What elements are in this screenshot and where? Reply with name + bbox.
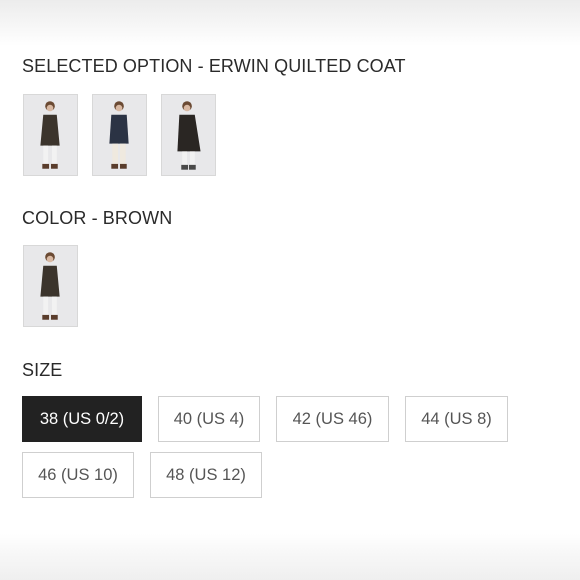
size-option-44[interactable]: 44 (US 8) <box>405 396 508 442</box>
color-swatch-brown[interactable] <box>23 245 78 327</box>
top-gradient-band <box>0 0 580 46</box>
option-thumbnails <box>23 94 216 176</box>
size-heading: SIZE <box>22 360 63 380</box>
option-thumbnail-2[interactable] <box>92 94 147 176</box>
color-heading: COLOR - BROWN <box>22 208 173 228</box>
coat-model-image <box>24 95 77 175</box>
coat-model-image <box>93 95 146 175</box>
coat-model-image <box>162 95 215 175</box>
size-option-46[interactable]: 46 (US 10) <box>22 452 134 498</box>
size-option-42[interactable]: 42 (US 46) <box>276 396 389 442</box>
option-thumbnail-3[interactable] <box>161 94 216 176</box>
selected-option-heading: SELECTED OPTION - ERWIN QUILTED COAT <box>22 56 406 76</box>
bottom-gradient-band <box>0 534 580 580</box>
option-thumbnail-1[interactable] <box>23 94 78 176</box>
coat-model-image <box>24 246 77 326</box>
size-option-38[interactable]: 38 (US 0/2) <box>22 396 142 442</box>
color-swatches <box>23 245 78 327</box>
size-option-48[interactable]: 48 (US 12) <box>150 452 262 498</box>
size-option-40[interactable]: 40 (US 4) <box>158 396 260 442</box>
